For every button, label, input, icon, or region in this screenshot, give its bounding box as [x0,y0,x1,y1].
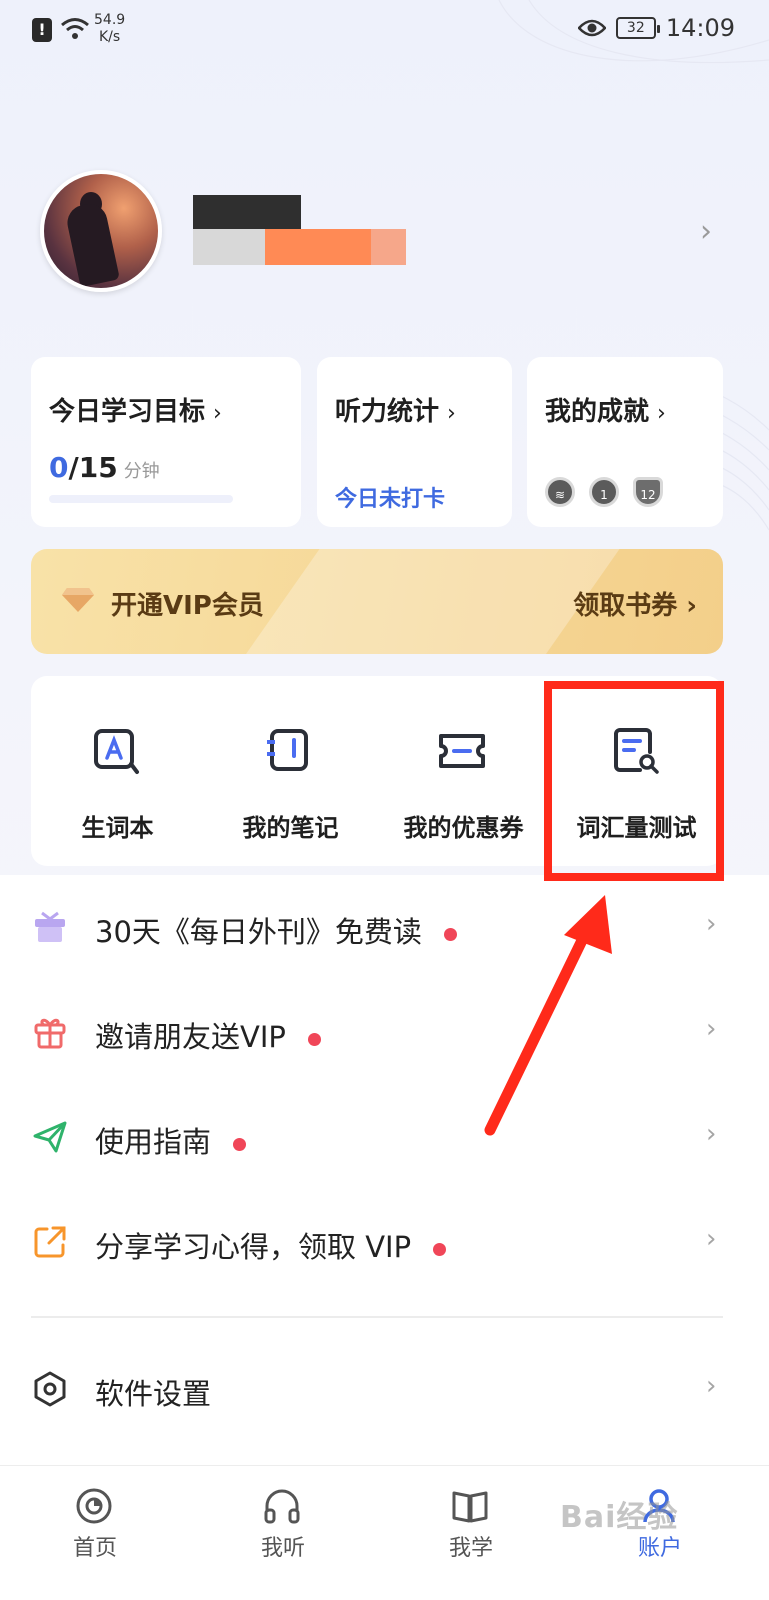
list-item-label: 使用指南 [95,1125,212,1159]
shortcut-label: 词汇量测试 [576,814,697,842]
coupon-icon [439,734,485,768]
redacted-username [193,195,301,229]
settings-icon [34,1371,66,1407]
list-item-label: 邀请朋友送VIP [95,1020,286,1054]
badge-icon: ≋ [545,477,575,507]
diamond-icon [62,588,94,612]
share-icon [34,1226,66,1258]
listening-status: 今日未打卡 [335,487,446,512]
shortcut-my-coupons[interactable]: 我的优惠券 [377,676,550,866]
nav-label: 我听 [260,1536,305,1561]
list-item-daily-magazine[interactable]: 30天《每日外刊》免费读 › [0,875,769,980]
chevron-right-icon: › [657,401,666,426]
list-item-invite-friends[interactable]: 邀请朋友送VIP › [0,980,769,1085]
eye-icon [577,19,606,37]
profile-chevron-icon[interactable]: › [700,214,712,249]
vip-label: 开通VIP会员 [111,591,264,621]
shortcut-label: 生词本 [81,814,154,842]
study-goal-value: 0/15 分钟 [49,451,160,484]
divider [31,1316,723,1318]
nav-label: 首页 [72,1536,117,1561]
unread-dot [233,1137,247,1151]
nav-home[interactable]: 首页 [0,1466,190,1600]
study-goal-card[interactable]: 今日学习目标 › 0/15 分钟 [31,357,301,527]
watermark: Bai经验 [560,1500,679,1535]
chevron-right-icon: › [706,909,717,939]
gift-icon [34,1018,66,1049]
menu-list: 30天《每日外刊》免费读 › 邀请朋友送VIP › 使用指南 › 分享学习心得，… [0,875,769,1465]
shortcut-panel: 生词本 我的笔记 我的优惠券 词汇量测试 [31,676,723,866]
listening-stats-card[interactable]: 听力统计 › 今日未打卡 [317,357,512,527]
headphones-icon [264,1489,300,1524]
chevron-right-icon: › [706,1224,717,1254]
chevron-right-icon: › [447,401,456,426]
study-goal-progress [49,495,233,503]
avatar[interactable] [40,170,162,292]
vip-banner[interactable]: 开通VIP会员 领取书券 › [31,549,723,654]
notification-icon: ! [32,18,52,42]
shortcut-vocab-test[interactable]: 词汇量测试 [550,676,723,866]
list-item-share-experience[interactable]: 分享学习心得，领取 VIP › [0,1190,769,1295]
listening-stats-title: 听力统计 [335,397,440,427]
shortcut-label: 我的优惠券 [403,814,524,842]
chevron-right-icon: › [706,1014,717,1044]
list-item-label: 30天《每日外刊》免费读 [95,915,422,949]
network-speed: 54.9 K/s [94,12,126,45]
achievements-card[interactable]: 我的成就 › ≋ 1 12 [527,357,723,527]
list-item-user-guide[interactable]: 使用指南 › [0,1085,769,1190]
nav-learn[interactable]: 我学 [376,1466,566,1600]
achievement-badges: ≋ 1 12 [545,477,663,507]
chevron-right-icon: › [706,1119,717,1149]
vocabulary-book-icon [94,729,139,774]
study-goal-title: 今日学习目标 [49,397,206,427]
book-icon [452,1491,488,1523]
notes-icon [267,729,308,771]
battery-indicator: 32 [615,17,660,39]
unread-dot [443,927,457,941]
list-item-settings[interactable]: 软件设置 › [0,1337,769,1442]
nav-listen[interactable]: 我听 [188,1466,378,1600]
redacted-info [265,229,371,265]
wifi-icon [61,18,89,39]
home-icon [76,1488,112,1524]
achievements-title: 我的成就 [545,397,650,427]
chevron-right-icon: › [706,1371,717,1401]
list-item-label: 分享学习心得，领取 VIP [95,1230,412,1264]
nav-label: 我学 [448,1536,493,1561]
shortcut-my-notes[interactable]: 我的笔记 [204,676,377,866]
clock: 14:09 [665,14,735,42]
shortcut-vocabulary-book[interactable]: 生词本 [31,676,204,866]
gift-box-icon [35,911,65,942]
badge-icon: 12 [633,477,663,507]
claim-book-coupon-link[interactable]: 领取书券 › [573,585,697,622]
paper-plane-icon [33,1121,67,1153]
shortcut-label: 我的笔记 [242,814,339,842]
redacted-info [193,229,265,265]
redacted-info [371,229,406,265]
unread-dot [433,1242,447,1256]
unread-dot [307,1032,321,1046]
status-bar: ! 54.9 K/s 32 14:09 [0,0,769,62]
chevron-right-icon: › [213,401,222,426]
list-item-label: 软件设置 [95,1377,212,1411]
vocab-test-icon [614,728,659,774]
badge-icon: 1 [589,477,619,507]
